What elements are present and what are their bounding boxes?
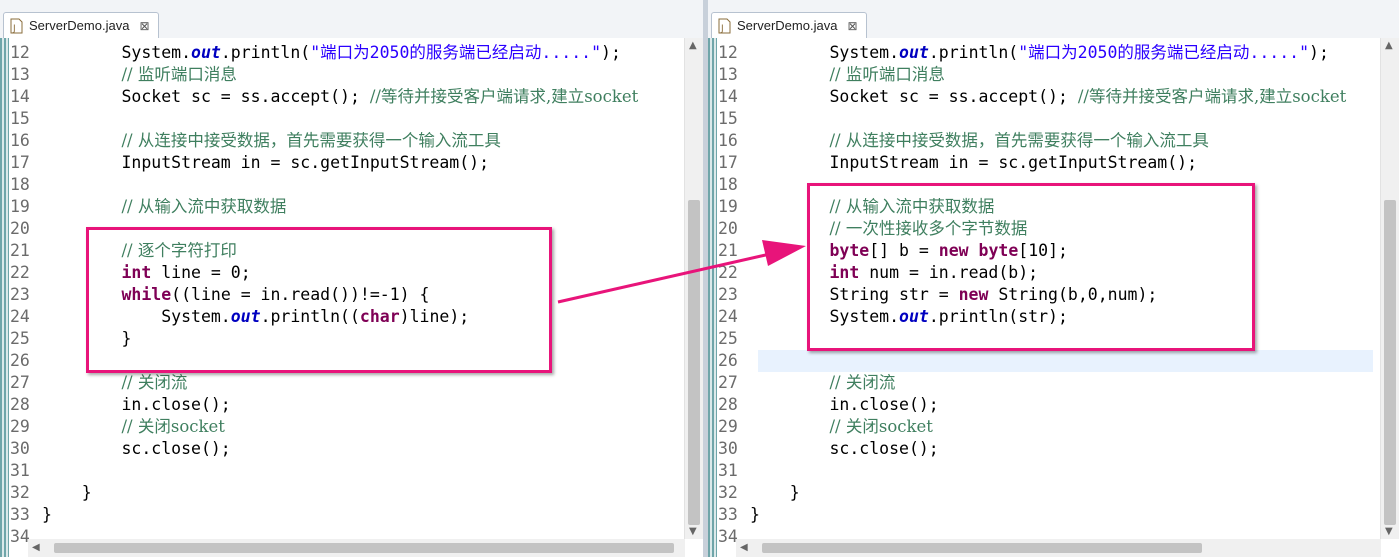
callout-arrow — [557, 240, 806, 304]
arrow-head-icon — [762, 240, 806, 266]
